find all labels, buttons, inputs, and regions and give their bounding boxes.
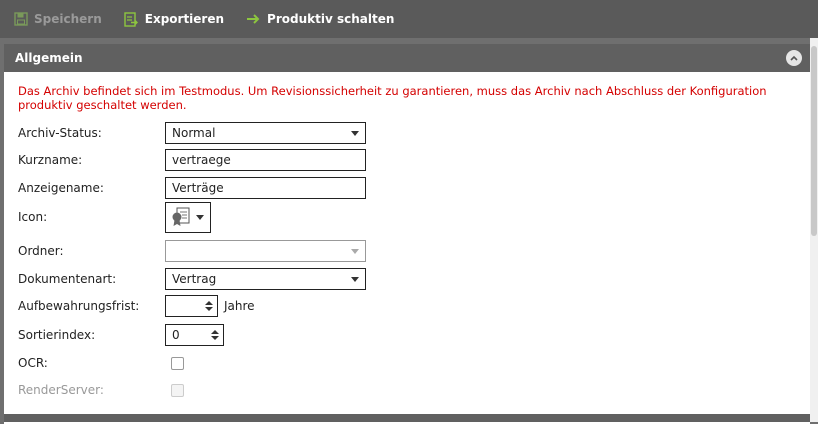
spin-arrows-icon[interactable]	[211, 330, 219, 340]
icon-label: Icon:	[18, 210, 48, 224]
spin-up-icon[interactable]	[211, 330, 219, 334]
export-button[interactable]: Exportieren	[124, 11, 225, 27]
row-document-type: Dokumentenart: Vertrag	[18, 268, 366, 290]
next-panel-header	[4, 414, 810, 422]
panel-header: Allgemein	[4, 44, 810, 72]
chevron-down-icon	[351, 276, 359, 282]
retention-stepper[interactable]	[165, 295, 218, 317]
document-type-label: Dokumentenart:	[18, 272, 117, 286]
row-icon: Icon:	[18, 200, 211, 234]
document-type-select[interactable]: Vertrag	[165, 268, 366, 290]
document-type-value: Vertrag	[172, 272, 217, 286]
certificate-icon	[172, 207, 190, 226]
display-name-input[interactable]: Verträge	[165, 177, 366, 199]
row-sort-index: Sortierindex: 0	[18, 324, 224, 346]
retention-unit: Jahre	[224, 299, 255, 313]
sort-index-stepper[interactable]: 0	[165, 324, 224, 346]
test-mode-warning: Das Archiv befindet sich im Testmodus. U…	[18, 84, 767, 112]
row-ocr: OCR:	[18, 352, 184, 374]
display-name-value: Verträge	[172, 181, 224, 195]
save-icon	[14, 12, 28, 26]
chevron-down-icon	[351, 248, 359, 254]
icon-select[interactable]	[165, 201, 211, 233]
display-name-label: Anzeigename:	[18, 181, 104, 195]
row-display-name: Anzeigename: Verträge	[18, 177, 366, 199]
folder-select[interactable]	[165, 240, 366, 262]
short-name-label: Kurzname:	[18, 153, 83, 167]
export-icon	[124, 11, 138, 27]
arrow-right-icon	[247, 14, 260, 24]
render-server-checkbox[interactable]	[171, 383, 184, 397]
save-button-label: Speichern	[34, 12, 102, 26]
row-render-server: RenderServer:	[18, 379, 184, 401]
collapse-button[interactable]	[786, 50, 802, 66]
chevron-down-icon	[351, 130, 359, 136]
scrollbar[interactable]	[810, 38, 818, 422]
row-retention: Aufbewahrungsfrist: Jahre	[18, 295, 255, 317]
go-productive-button[interactable]: Produktiv schalten	[246, 12, 394, 26]
sort-index-value: 0	[172, 328, 180, 342]
general-panel: Allgemein Das Archiv befindet sich im Te…	[4, 44, 810, 424]
go-productive-button-label: Produktiv schalten	[267, 12, 395, 26]
folder-label: Ordner:	[18, 244, 64, 258]
chevron-up-icon	[790, 55, 798, 61]
chevron-down-icon	[196, 214, 204, 220]
retention-label: Aufbewahrungsfrist:	[18, 299, 140, 313]
archive-status-select[interactable]: Normal	[165, 122, 366, 144]
render-server-label: RenderServer:	[18, 383, 104, 397]
spin-arrows-icon[interactable]	[205, 301, 213, 311]
panel-title: Allgemein	[15, 51, 83, 65]
save-button[interactable]: Speichern	[14, 12, 102, 26]
row-archive-status: Archiv-Status: Normal	[18, 122, 366, 144]
toolbar: Speichern Exportieren Produktiv schalten	[0, 0, 818, 38]
spin-down-icon[interactable]	[205, 307, 213, 311]
archive-status-label: Archiv-Status:	[18, 126, 102, 140]
spin-up-icon[interactable]	[205, 301, 213, 305]
archive-status-value: Normal	[172, 126, 216, 140]
scrollbar-thumb[interactable]	[811, 46, 817, 236]
spin-down-icon[interactable]	[211, 336, 219, 340]
row-folder: Ordner:	[18, 240, 366, 262]
ocr-checkbox[interactable]	[171, 356, 184, 370]
export-button-label: Exportieren	[144, 12, 225, 26]
short-name-value: vertraege	[172, 153, 231, 167]
ocr-label: OCR:	[18, 356, 48, 370]
short-name-input[interactable]: vertraege	[165, 149, 366, 171]
row-short-name: Kurzname: vertraege	[18, 149, 366, 171]
sort-index-label: Sortierindex:	[18, 328, 96, 342]
